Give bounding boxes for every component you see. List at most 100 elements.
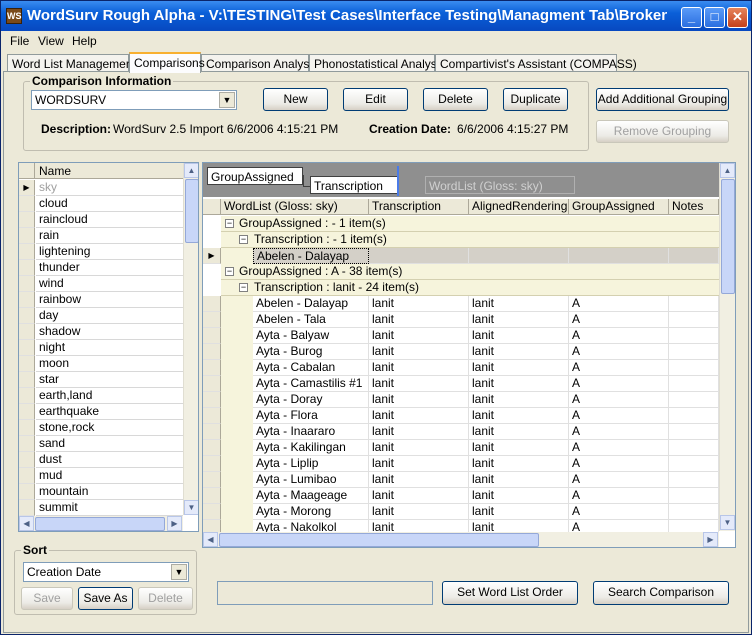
collapse-icon[interactable]: −	[225, 219, 234, 228]
column-groupassigned[interactable]: GroupAssigned	[569, 199, 669, 215]
grid-cell-alignedrendering[interactable]: lanit	[469, 488, 569, 504]
grid-cell-groupassigned[interactable]: A	[569, 344, 669, 360]
grid-row-header[interactable]	[203, 312, 221, 328]
gloss-item[interactable]: rainbow	[36, 292, 183, 308]
tab-phonostatistical-analysis[interactable]: Phonostatistical Analysis	[309, 54, 445, 72]
grid-cell-notes[interactable]	[669, 424, 719, 440]
tab-compass[interactable]: Compartivist's Assistant (COMPASS)	[435, 54, 637, 72]
maximize-button[interactable]: □	[704, 7, 725, 28]
grid-cell-groupassigned[interactable]: A	[569, 504, 669, 520]
grid-cell-transcription[interactable]	[369, 248, 469, 264]
group-chip-wordlist[interactable]: WordList (Gloss: sky)	[425, 176, 575, 194]
grid-cell-notes[interactable]	[669, 360, 719, 376]
grid-cell-groupassigned[interactable]: A	[569, 408, 669, 424]
scroll-left-icon[interactable]: ◀	[203, 532, 218, 547]
gloss-item[interactable]: star	[36, 372, 183, 388]
save-sort-as-button[interactable]: Save As	[78, 587, 133, 610]
grid-cell-alignedrendering[interactable]: lanit	[469, 440, 569, 456]
scroll-right-icon[interactable]: ▶	[167, 516, 182, 531]
grid-cell-groupassigned[interactable]: A	[569, 472, 669, 488]
gloss-item[interactable]: summit	[36, 500, 183, 516]
new-comparison-button[interactable]: New	[263, 88, 328, 111]
grid-row-header[interactable]	[203, 424, 221, 440]
grid-cell-transcription[interactable]: lanit	[369, 440, 469, 456]
grid-cell-transcription[interactable]: lanit	[369, 344, 469, 360]
minimize-button[interactable]: _	[681, 7, 702, 28]
gloss-row-header[interactable]	[19, 324, 35, 340]
gloss-row-header[interactable]	[19, 228, 35, 244]
current-row-indicator-icon[interactable]: ▶	[203, 248, 221, 264]
gloss-name-column[interactable]: Name	[39, 164, 71, 178]
grid-cell-notes[interactable]	[669, 472, 719, 488]
grid-vthumb[interactable]	[721, 179, 735, 294]
delete-sort-button[interactable]: Delete	[138, 587, 193, 610]
grid-cell-groupassigned[interactable]: A	[569, 456, 669, 472]
remove-grouping-button[interactable]: Remove Grouping	[596, 120, 729, 143]
tab-comparison-analysis[interactable]: Comparison Analysis	[201, 54, 318, 72]
grid-cell-notes[interactable]	[669, 488, 719, 504]
collapse-icon[interactable]: −	[239, 235, 248, 244]
column-transcription[interactable]: Transcription	[369, 199, 469, 215]
grid-cell-transcription[interactable]: lanit	[369, 296, 469, 312]
grid-cell-notes[interactable]	[669, 248, 719, 264]
edit-comparison-button[interactable]: Edit	[343, 88, 408, 111]
grid-cell-groupassigned[interactable]: A	[569, 392, 669, 408]
grid-cell-alignedrendering[interactable]: lanit	[469, 456, 569, 472]
grid-cell-notes[interactable]	[669, 312, 719, 328]
close-button[interactable]: ✕	[727, 7, 748, 28]
grid-hthumb[interactable]	[219, 533, 539, 547]
gloss-item[interactable]: mud	[36, 468, 183, 484]
gloss-row-header[interactable]	[19, 420, 35, 436]
scroll-up-icon[interactable]: ▲	[184, 163, 198, 178]
grid-cell-notes[interactable]	[669, 440, 719, 456]
gloss-item[interactable]: moon	[36, 356, 183, 372]
scroll-down-icon[interactable]: ▼	[720, 515, 735, 530]
grid-row-header[interactable]	[203, 488, 221, 504]
grid-cell-transcription[interactable]: lanit	[369, 392, 469, 408]
comparison-select[interactable]: WORDSURV ▼	[31, 90, 237, 110]
grid-row-header[interactable]	[203, 456, 221, 472]
save-sort-button[interactable]: Save	[21, 587, 73, 610]
grid-row-header[interactable]	[203, 328, 221, 344]
grid-row-header[interactable]	[203, 440, 221, 456]
gloss-item[interactable]: raincloud	[36, 212, 183, 228]
add-grouping-button[interactable]: Add Additional Grouping	[596, 88, 729, 111]
gloss-item[interactable]: day	[36, 308, 183, 324]
menu-view[interactable]: View	[38, 34, 64, 48]
gloss-item[interactable]: earth,land	[36, 388, 183, 404]
column-notes[interactable]: Notes	[669, 199, 719, 215]
grid-cell-alignedrendering[interactable]: lanit	[469, 472, 569, 488]
grid-cell-notes[interactable]	[669, 408, 719, 424]
duplicate-comparison-button[interactable]: Duplicate	[503, 88, 568, 111]
grid-cell-alignedrendering[interactable]: lanit	[469, 392, 569, 408]
grid-cell-wordlist[interactable]: Ayta - Kakilingan	[253, 440, 369, 456]
collapse-icon[interactable]: −	[239, 283, 248, 292]
gloss-row-header[interactable]	[19, 212, 35, 228]
grid-cell-notes[interactable]	[669, 456, 719, 472]
scroll-up-icon[interactable]: ▲	[720, 163, 735, 178]
gloss-row-header[interactable]	[19, 388, 35, 404]
chevron-down-icon[interactable]: ▼	[219, 92, 235, 108]
grid-cell-groupassigned[interactable]: A	[569, 312, 669, 328]
grid-cell-wordlist[interactable]: Ayta - Lumibao	[253, 472, 369, 488]
grid-row-header[interactable]	[203, 392, 221, 408]
grid-cell-notes[interactable]	[669, 296, 719, 312]
gloss-list-vthumb[interactable]	[185, 179, 198, 243]
gloss-row-header[interactable]	[19, 356, 35, 372]
grid-row-header[interactable]	[203, 504, 221, 520]
grid-row-header[interactable]	[203, 360, 221, 376]
scroll-left-icon[interactable]: ◀	[19, 516, 34, 531]
grid-cell-wordlist[interactable]: Ayta - Burog	[253, 344, 369, 360]
grid-cell-wordlist[interactable]: Abelen - Dalayap	[253, 248, 369, 264]
group-row-level1[interactable]: − GroupAssigned : - 1 item(s)	[221, 216, 719, 232]
gloss-row-header[interactable]	[19, 372, 35, 388]
gloss-item[interactable]: wind	[36, 276, 183, 292]
grid-row-header[interactable]	[203, 344, 221, 360]
collapse-icon[interactable]: −	[225, 267, 234, 276]
gloss-item[interactable]: stone,rock	[36, 420, 183, 436]
grid-row-header[interactable]	[203, 376, 221, 392]
gloss-row-header[interactable]	[19, 308, 35, 324]
grid-cell-alignedrendering[interactable]: lanit	[469, 312, 569, 328]
grid-cell-wordlist[interactable]: Ayta - Cabalan	[253, 360, 369, 376]
gloss-row-header[interactable]	[19, 340, 35, 356]
